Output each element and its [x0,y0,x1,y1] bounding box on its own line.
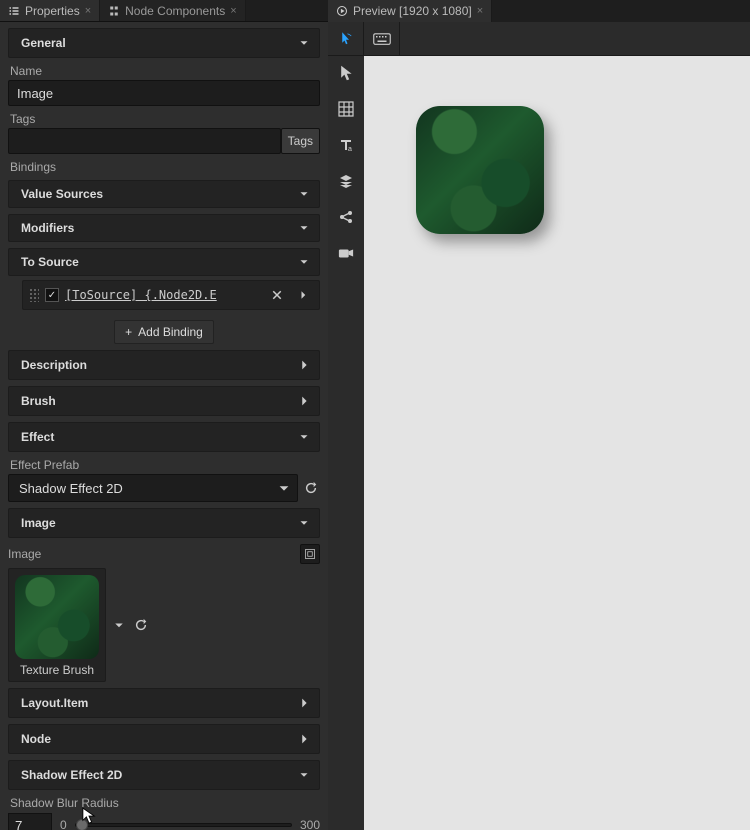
section-value-sources[interactable]: Value Sources [8,180,320,208]
tab-node-components[interactable]: Node Components × [100,0,246,21]
section-node[interactable]: Node [8,724,320,754]
left-tabbar: Properties × Node Components × [0,0,328,22]
close-icon[interactable]: × [230,5,236,17]
label-shadow-blur-radius: Shadow Blur Radius [10,796,320,810]
section-layout-item[interactable]: Layout.Item [8,688,320,718]
right-tabbar: Preview [1920 x 1080] × [328,0,750,22]
dropdown-value: Shadow Effect 2D [19,481,271,496]
binding-enabled-checkbox[interactable]: ✓ [45,288,59,302]
label-tags: Tags [10,112,320,126]
section-title: To Source [21,255,79,269]
chevron-down-icon [297,768,311,782]
section-to-source[interactable]: To Source [8,248,320,276]
preview-vertical-toolbar: a [328,56,364,830]
section-general[interactable]: General [8,28,320,58]
tab-label: Node Components [125,4,225,18]
reset-icon[interactable] [132,616,150,634]
name-input[interactable] [8,80,320,106]
binding-expression[interactable]: [ToSource] {.Node2D.E [65,288,261,302]
properties-scroll: General Name Tags Tags Bindings Value So… [0,22,328,830]
chevron-down-icon [297,221,311,235]
tags-button[interactable]: Tags [281,128,320,154]
label-effect-prefab: Effect Prefab [10,458,320,472]
close-icon[interactable]: × [477,5,483,17]
tab-preview[interactable]: Preview [1920 x 1080] × [328,0,492,22]
add-binding-button[interactable]: + Add Binding [114,320,214,344]
plus-icon: + [125,325,132,339]
chevron-down-icon [297,255,311,269]
thumbnail-caption: Texture Brush [20,663,94,677]
tab-label: Preview [1920 x 1080] [353,4,472,18]
image-thumbnail-card[interactable]: Texture Brush [8,568,106,682]
section-title: Layout.Item [21,696,88,710]
label-image: Image [8,547,41,561]
tags-input[interactable] [8,128,281,154]
section-title: Shadow Effect 2D [21,768,122,782]
section-title: Modifiers [21,221,74,235]
chevron-down-icon [297,516,311,530]
components-icon [108,5,120,17]
properties-panel: Properties × Node Components × General N… [0,0,328,830]
section-title: Brush [21,394,56,408]
add-binding-label: Add Binding [138,325,203,339]
chevron-down-icon [297,430,311,444]
preview-toolbar [328,22,750,56]
binding-row[interactable]: ✓ [ToSource] {.Node2D.E [22,280,320,310]
tab-properties[interactable]: Properties × [0,0,100,21]
chevron-right-icon [297,358,311,372]
shadow-blur-slider[interactable] [75,823,292,827]
section-effect[interactable]: Effect [8,422,320,452]
label-name: Name [10,64,320,78]
shadow-blur-slider-row: 0 300 [8,812,320,830]
section-title: General [21,36,66,50]
effect-prefab-dropdown[interactable]: Shadow Effect 2D [8,474,298,502]
slider-min: 0 [60,818,67,830]
interact-tool[interactable] [328,22,364,55]
keyboard-tool[interactable] [364,22,400,55]
image-options-button[interactable] [300,544,320,564]
chevron-down-icon [297,36,311,50]
section-title: Node [21,732,51,746]
reset-icon[interactable] [302,479,320,497]
preview-panel: Preview [1920 x 1080] × a [328,0,750,830]
section-brush[interactable]: Brush [8,386,320,416]
caret-down-icon [277,481,291,495]
section-title: Image [21,516,56,530]
chevron-right-icon [297,394,311,408]
drag-handle-icon[interactable] [29,288,39,302]
section-title: Description [21,358,87,372]
camera-tool[interactable] [335,242,357,264]
close-icon[interactable]: × [85,5,91,17]
preview-canvas[interactable] [364,56,750,830]
section-shadow-effect[interactable]: Shadow Effect 2D [8,760,320,790]
image-thumbnail [15,575,99,659]
section-description[interactable]: Description [8,350,320,380]
layers-tool[interactable] [335,170,357,192]
share-tool[interactable] [335,206,357,228]
grid-tool[interactable] [335,98,357,120]
section-modifiers[interactable]: Modifiers [8,214,320,242]
label-bindings: Bindings [10,160,320,174]
play-icon [336,5,348,17]
section-title: Effect [21,430,54,444]
text-tool[interactable]: a [335,134,357,156]
chevron-down-icon [297,187,311,201]
shadow-blur-value-input[interactable] [8,813,52,830]
chevron-right-icon [297,732,311,746]
chevron-right-icon[interactable] [293,285,313,305]
tab-label: Properties [25,4,80,18]
pointer-tool[interactable] [335,62,357,84]
section-image[interactable]: Image [8,508,320,538]
list-icon [8,5,20,17]
section-title: Value Sources [21,187,103,201]
preview-image [416,106,544,234]
slider-max: 300 [300,818,320,830]
svg-text:a: a [348,146,352,153]
chevron-right-icon [297,696,311,710]
caret-down-icon[interactable] [112,618,126,632]
slider-knob[interactable] [76,819,88,830]
remove-binding-button[interactable] [267,285,287,305]
